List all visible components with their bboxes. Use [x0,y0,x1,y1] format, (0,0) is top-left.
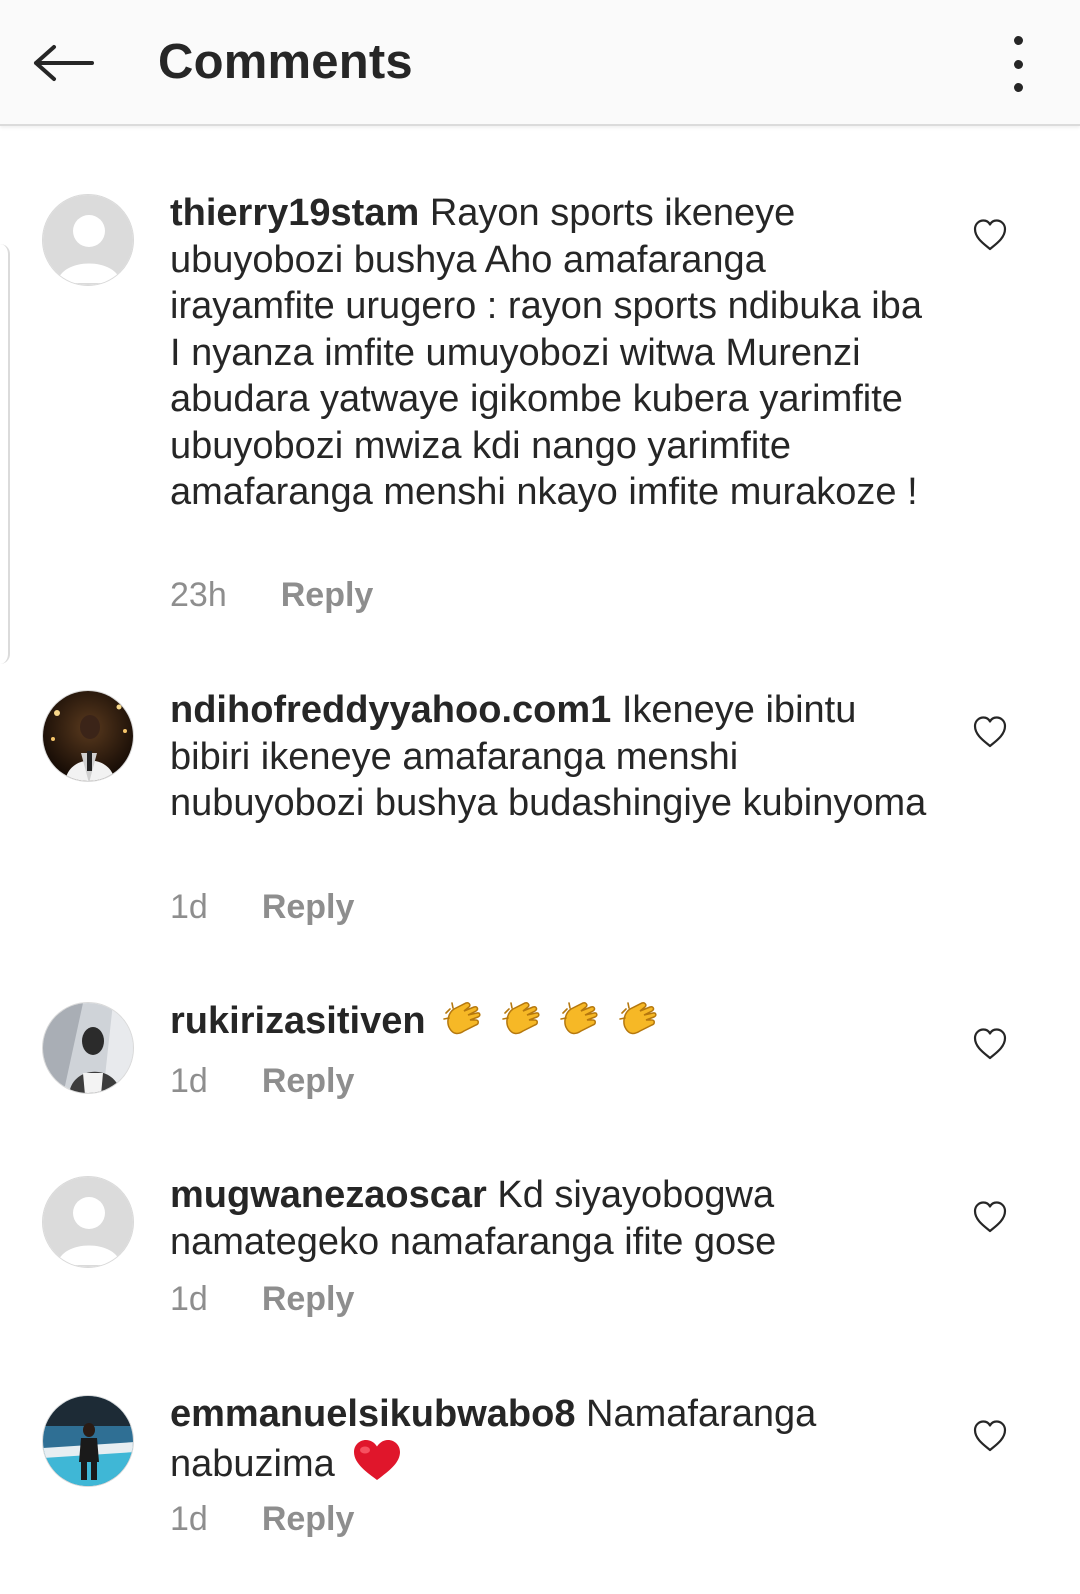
clapping-hands-icon [501,1002,540,1035]
comment-body: thierry19stam Rayon sports ikeneye ubuyo… [170,190,930,516]
more-options-button[interactable] [998,36,1038,92]
arrow-left-icon [34,45,94,81]
clapping-hands-emoji [436,1000,660,1042]
avatar[interactable] [42,194,134,286]
comment-body: mugwanezaoscar Kd siyayobogwa namategeko… [170,1172,930,1265]
like-heart-icon[interactable] [972,1200,1008,1234]
avatar[interactable] [42,690,134,782]
comment-username[interactable]: rukirizasitiven [170,1000,426,1042]
comment-meta: 1d Reply [170,888,354,927]
default-avatar-icon [43,195,133,285]
comment-time: 1d [170,1500,208,1538]
comment-text: Rayon sports ikeneye ubuyobozi bushya Ah… [170,192,922,513]
back-button[interactable] [22,28,102,98]
clapping-hands-icon [560,1002,598,1035]
clapping-hands-icon [443,1002,481,1035]
like-heart-icon[interactable] [972,715,1008,749]
comment-time: 1d [170,1280,208,1318]
comment-meta: 1d Reply [170,1062,354,1101]
reply-button[interactable]: Reply [262,1062,355,1101]
comment-body: emmanuelsikubwabo8 Namafaranga nabuzima [170,1391,930,1487]
user-photo-icon [43,1396,133,1486]
avatar[interactable] [42,1002,134,1094]
comment-username[interactable]: mugwanezaoscar [170,1174,487,1216]
reply-button[interactable]: Reply [262,888,355,927]
user-photo-icon [43,691,133,781]
comment-meta: 1d Reply [170,1500,354,1539]
clapping-hands-icon [619,1002,657,1035]
comment-body: ndihofreddyyahoo.com1 Ikeneye ibintu bib… [170,687,930,827]
avatar[interactable] [42,1395,134,1487]
page-title: Comments [158,35,413,89]
comment-body: rukirizasitiven [170,998,930,1045]
default-avatar-icon [43,1177,133,1267]
comment-username[interactable]: thierry19stam [170,192,419,234]
comment-time: 1d [170,1062,208,1100]
reply-button[interactable]: Reply [262,1500,355,1539]
more-vertical-icon [1013,36,1023,45]
user-photo-icon [43,1003,133,1093]
avatar[interactable] [42,1176,134,1268]
caption-edge-divider [0,244,10,664]
comment-username[interactable]: emmanuelsikubwabo8 [170,1393,575,1435]
comment-time: 23h [170,576,227,614]
top-app-bar: Comments [0,0,1080,126]
reply-button[interactable]: Reply [262,1280,355,1319]
like-heart-icon[interactable] [972,1419,1008,1453]
comment-meta: 1d Reply [170,1280,354,1319]
comment-time: 1d [170,888,208,926]
red-heart-icon [354,1439,401,1480]
like-heart-icon[interactable] [972,218,1008,252]
comment-meta: 23h Reply [170,576,373,615]
comment-username[interactable]: ndihofreddyyahoo.com1 [170,689,611,731]
like-heart-icon[interactable] [972,1027,1008,1061]
reply-button[interactable]: Reply [281,576,374,615]
